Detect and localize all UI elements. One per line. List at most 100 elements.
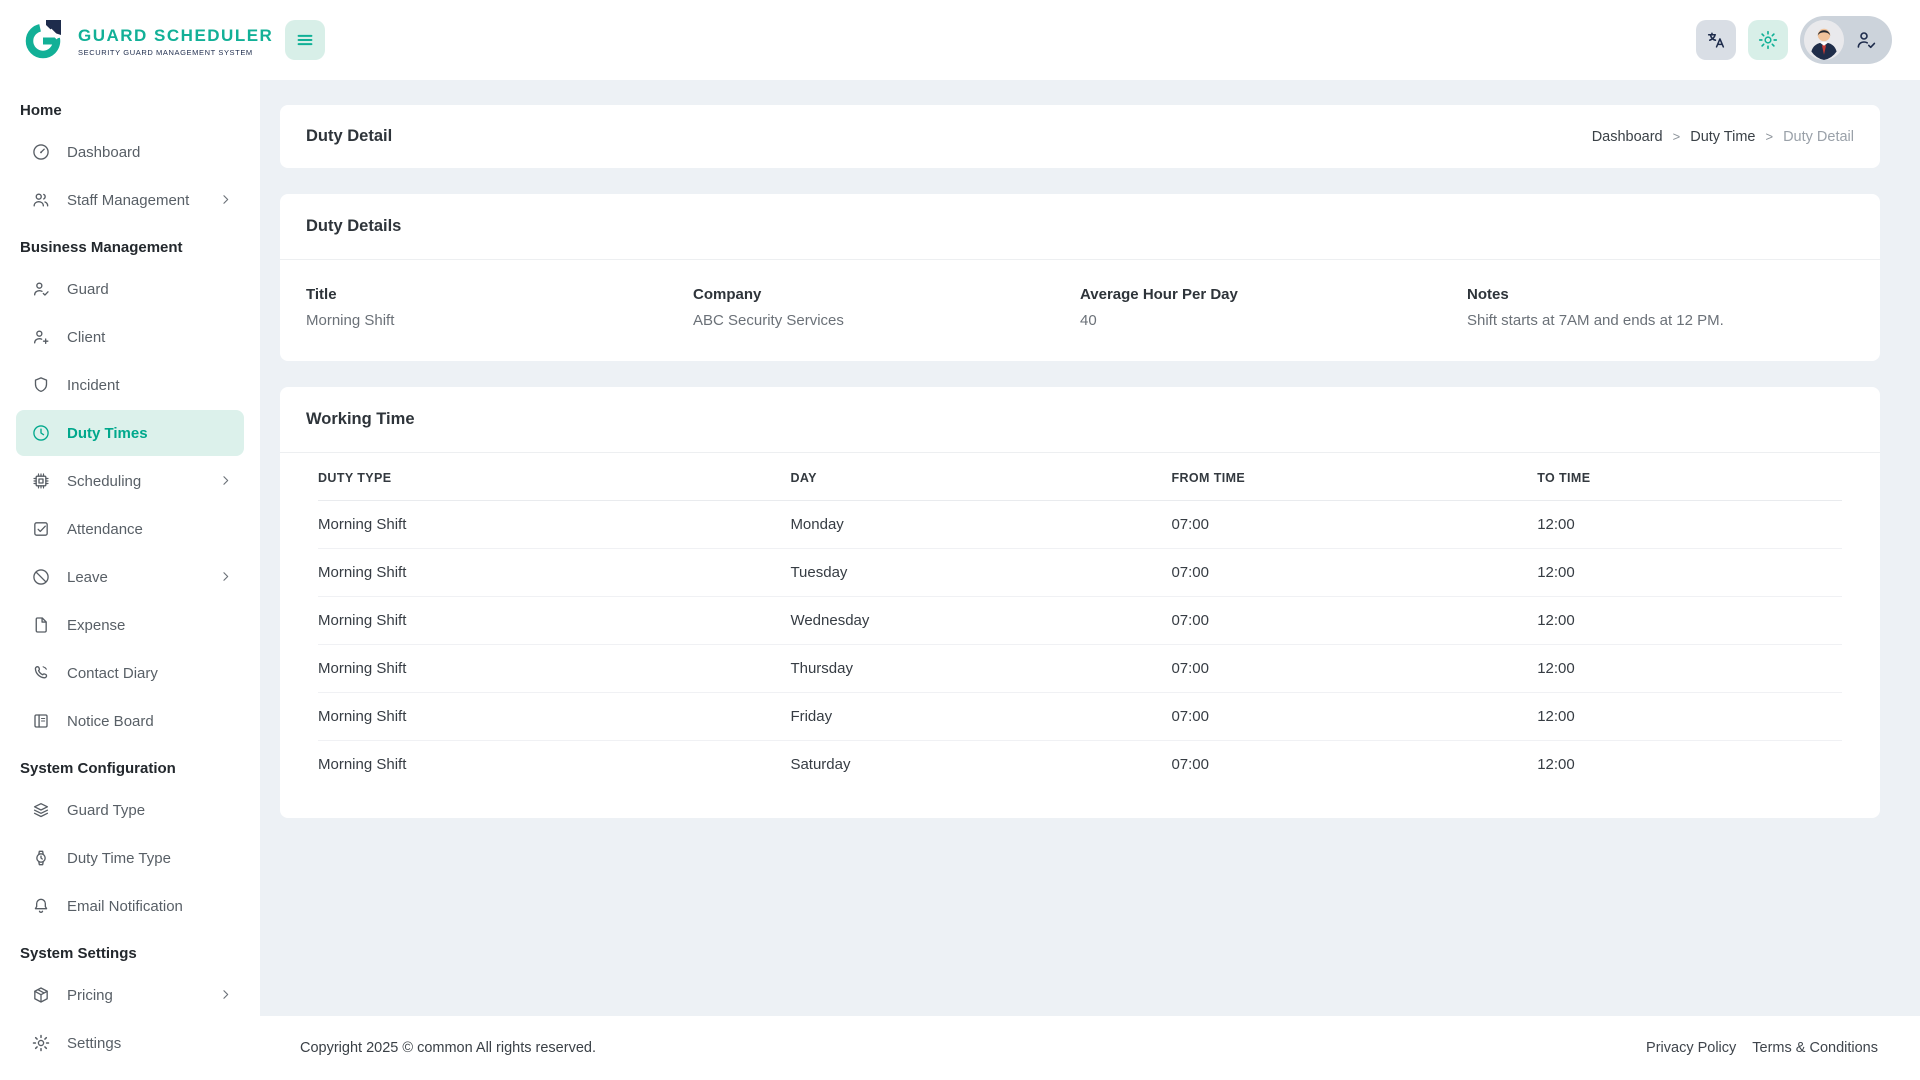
field-average-hour-per-day: Average Hour Per Day 40 xyxy=(1080,286,1467,329)
sidebar-item-incident[interactable]: Incident xyxy=(16,362,244,408)
language-button[interactable] xyxy=(1696,20,1736,60)
sidebar-item-guard[interactable]: Guard xyxy=(16,266,244,312)
sidebar-item-scheduling[interactable]: Scheduling xyxy=(16,458,244,504)
settings-button[interactable] xyxy=(1748,20,1788,60)
copyright-text: Copyright 2025 © common All rights reser… xyxy=(300,1040,596,1056)
app-tagline: SECURITY GUARD MANAGEMENT SYSTEM xyxy=(78,48,273,57)
sidebar-item-notice-board[interactable]: Notice Board xyxy=(16,698,244,744)
duty-details-heading: Duty Details xyxy=(306,217,1854,236)
chevron-right-icon xyxy=(218,473,234,489)
sidebar-item-label: Dashboard xyxy=(67,144,234,161)
sidebar-item-duty-time-type[interactable]: Duty Time Type xyxy=(16,835,244,881)
table-cell: Saturday xyxy=(790,741,1171,789)
sidebar-item-label: Attendance xyxy=(67,521,234,538)
breadcrumb-item-duty-detail: Duty Detail xyxy=(1783,129,1854,145)
sidebar-item-pricing[interactable]: Pricing xyxy=(16,972,244,1018)
table-cell: Wednesday xyxy=(790,597,1171,645)
sidebar-item-label: Settings xyxy=(67,1035,234,1052)
table-cell: 12:00 xyxy=(1537,693,1842,741)
sidebar-item-staff-management[interactable]: Staff Management xyxy=(16,177,244,223)
shield-icon xyxy=(30,374,52,396)
bell-icon xyxy=(30,895,52,917)
phone-icon xyxy=(30,662,52,684)
sidebar-item-email-notification[interactable]: Email Notification xyxy=(16,883,244,929)
sidebar-item-label: Contact Diary xyxy=(67,665,234,682)
table-cell: 07:00 xyxy=(1171,597,1537,645)
breadcrumb-item-dashboard[interactable]: Dashboard xyxy=(1592,129,1663,145)
column-header-duty-type: Duty Type xyxy=(318,453,790,501)
field-label: Notes xyxy=(1467,286,1854,303)
layers-icon xyxy=(30,799,52,821)
sidebar-item-dashboard[interactable]: Dashboard xyxy=(16,129,244,175)
field-label: Company xyxy=(693,286,1080,303)
person-plus-icon xyxy=(30,326,52,348)
page-header-card: Duty Detail Dashboard>Duty Time>Duty Det… xyxy=(280,105,1880,168)
sidebar-item-label: Email Notification xyxy=(67,898,234,915)
table-row[interactable]: Morning ShiftSaturday07:0012:00 xyxy=(318,741,1842,789)
table-row[interactable]: Morning ShiftWednesday07:0012:00 xyxy=(318,597,1842,645)
profile-menu[interactable] xyxy=(1800,16,1892,64)
topbar-actions xyxy=(1696,16,1892,64)
working-time-heading: Working Time xyxy=(306,410,1854,429)
nav-section-heading-system-configuration: System Configuration xyxy=(0,746,260,785)
field-value: Shift starts at 7AM and ends at 12 PM. xyxy=(1467,312,1854,329)
table-row[interactable]: Morning ShiftTuesday07:0012:00 xyxy=(318,549,1842,597)
sidebar-nav: Home Dashboard Staff Management Business Ma… xyxy=(0,80,260,1066)
breadcrumb: Dashboard>Duty Time>Duty Detail xyxy=(1592,129,1854,145)
nav-section-heading-home: Home xyxy=(0,88,260,127)
duty-details-fields: TitleMorning ShiftCompanyABC Security Se… xyxy=(280,260,1880,361)
sidebar-item-client[interactable]: Client xyxy=(16,314,244,360)
clock-icon xyxy=(30,422,52,444)
column-header-to-time: To Time xyxy=(1537,453,1842,501)
table-cell: Thursday xyxy=(790,645,1171,693)
duty-details-card: Duty Details TitleMorning ShiftCompanyAB… xyxy=(280,194,1880,361)
chevron-right-icon xyxy=(218,569,234,585)
table-cell: 12:00 xyxy=(1537,741,1842,789)
hamburger-icon xyxy=(294,29,316,51)
brand-logo-icon xyxy=(22,16,68,67)
nav-section-heading-business-management: Business Management xyxy=(0,225,260,264)
sidebar-item-label: Incident xyxy=(67,377,234,394)
slash-circle-icon xyxy=(30,566,52,588)
table-cell: 12:00 xyxy=(1537,549,1842,597)
table-cell: 12:00 xyxy=(1537,597,1842,645)
chevron-right-icon xyxy=(218,987,234,1003)
table-header-row: Duty TypeDayFrom TimeTo Time xyxy=(318,453,1842,501)
table-cell: Friday xyxy=(790,693,1171,741)
sidebar-item-label: Staff Management xyxy=(67,192,218,209)
sidebar-item-duty-times[interactable]: Duty Times xyxy=(16,410,244,456)
sidebar-item-contact-diary[interactable]: Contact Diary xyxy=(16,650,244,696)
menu-toggle-button[interactable] xyxy=(285,20,325,60)
column-header-day: Day xyxy=(790,453,1171,501)
app-title: GUARD SCHEDULER xyxy=(78,26,273,46)
footer-link-terms-conditions[interactable]: Terms & Conditions xyxy=(1752,1040,1878,1056)
table-cell: Morning Shift xyxy=(318,741,790,789)
watch-icon xyxy=(30,847,52,869)
breadcrumb-item-duty-time[interactable]: Duty Time xyxy=(1690,129,1755,145)
table-cell: 07:00 xyxy=(1171,501,1537,549)
sidebar-item-settings[interactable]: Settings xyxy=(16,1020,244,1066)
sidebar-item-guard-type[interactable]: Guard Type xyxy=(16,787,244,833)
nav-section-heading-system-settings: System Settings xyxy=(0,931,260,970)
person-check-icon xyxy=(30,278,52,300)
sidebar-item-attendance[interactable]: Attendance xyxy=(16,506,244,552)
sidebar-item-expense[interactable]: Expense xyxy=(16,602,244,648)
field-notes: Notes Shift starts at 7AM and ends at 12 … xyxy=(1467,286,1854,329)
table-row[interactable]: Morning ShiftFriday07:0012:00 xyxy=(318,693,1842,741)
checkbox-icon xyxy=(30,518,52,540)
column-header-from-time: From Time xyxy=(1171,453,1537,501)
users-icon xyxy=(30,189,52,211)
table-row[interactable]: Morning ShiftThursday07:0012:00 xyxy=(318,645,1842,693)
table-row[interactable]: Morning ShiftMonday07:0012:00 xyxy=(318,501,1842,549)
chevron-right-icon xyxy=(218,192,234,208)
dashboard-icon xyxy=(30,141,52,163)
table-cell: Tuesday xyxy=(790,549,1171,597)
sidebar-item-label: Guard Type xyxy=(67,802,234,819)
breadcrumb-separator: > xyxy=(1765,129,1773,144)
field-label: Average Hour Per Day xyxy=(1080,286,1467,303)
sidebar-item-leave[interactable]: Leave xyxy=(16,554,244,600)
field-label: Title xyxy=(306,286,693,303)
footer-link-privacy-policy[interactable]: Privacy Policy xyxy=(1646,1040,1736,1056)
brand-logo[interactable]: GUARD SCHEDULER SECURITY GUARD MANAGEMEN… xyxy=(0,0,260,80)
field-value: 40 xyxy=(1080,312,1467,329)
